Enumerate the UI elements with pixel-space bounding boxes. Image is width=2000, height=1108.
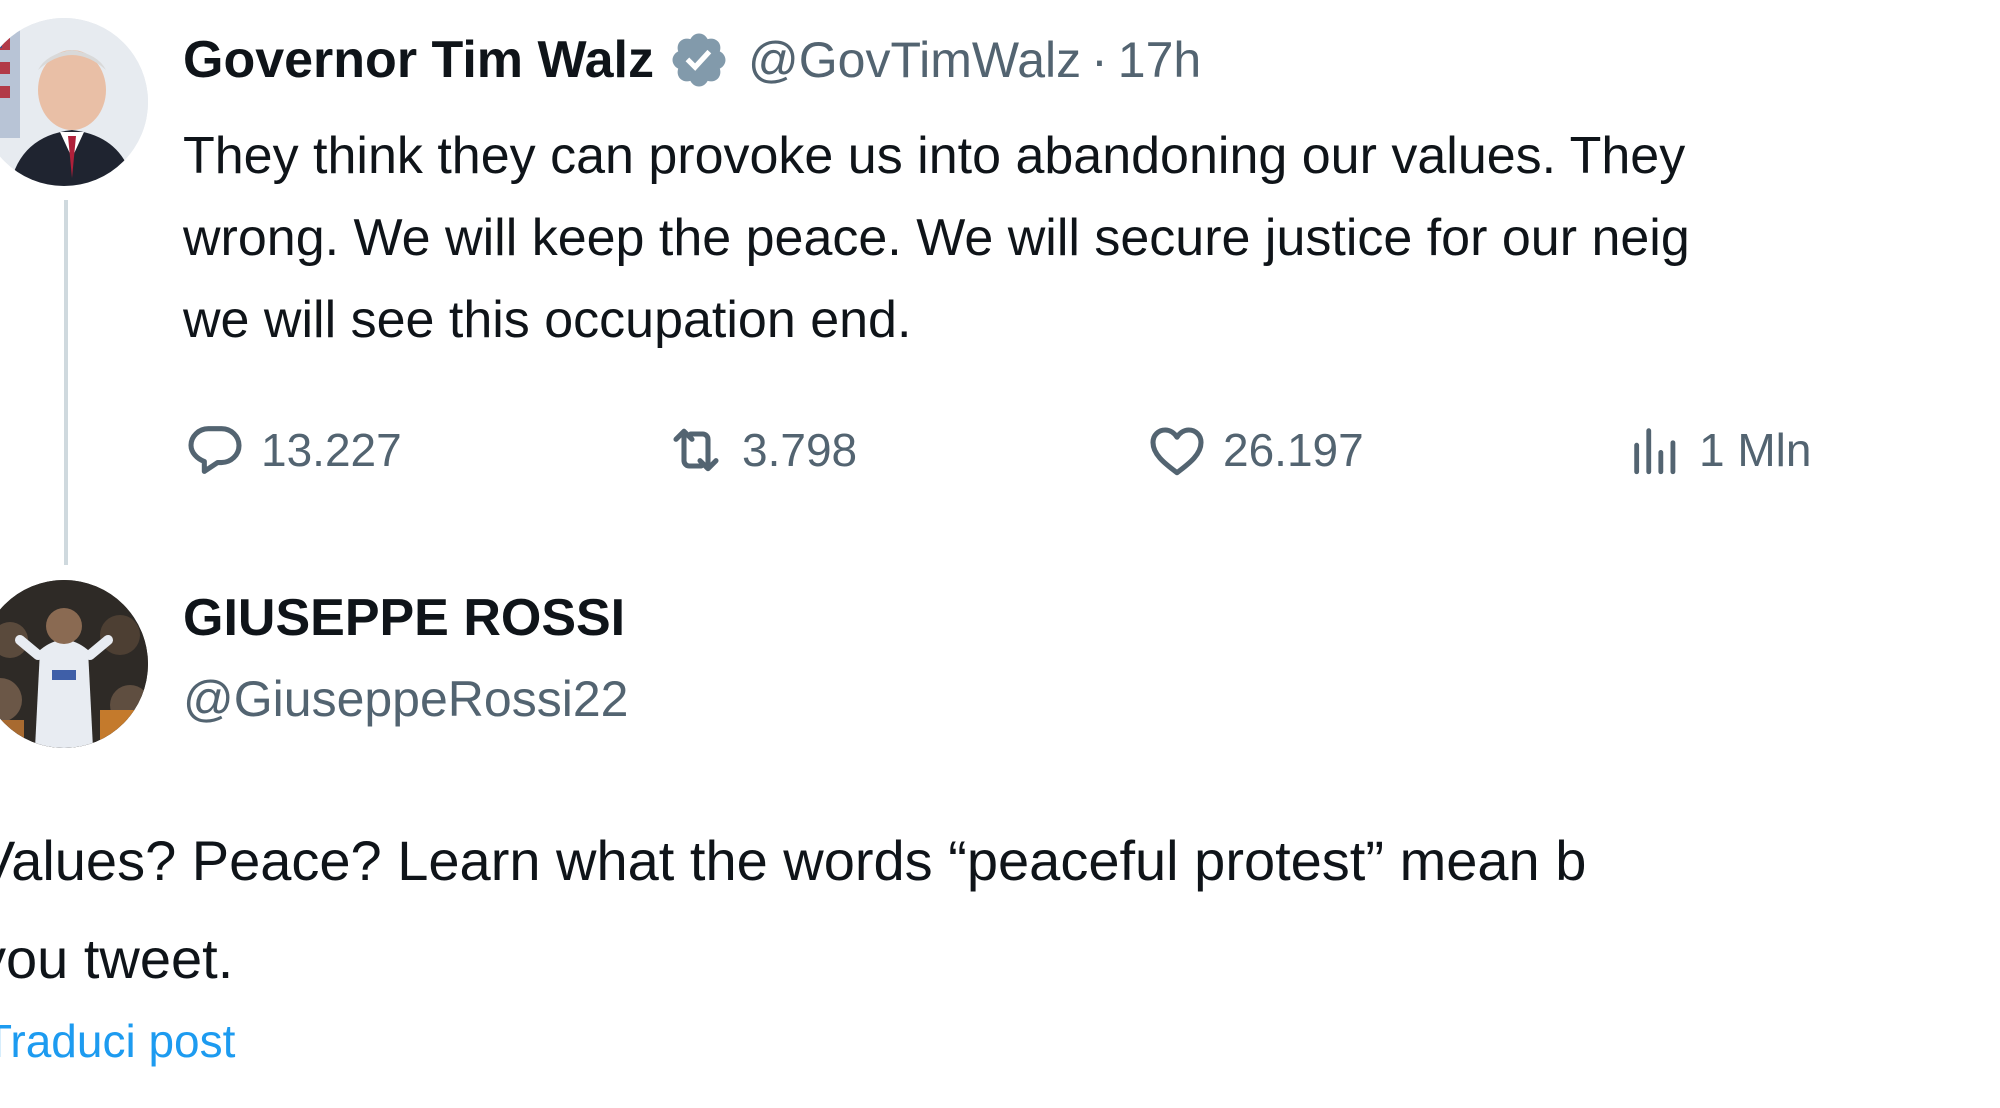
reply-icon <box>188 426 242 474</box>
verified-badge-icon <box>668 29 730 91</box>
post-text-line: wrong. We will keep the peace. We will s… <box>183 209 1690 267</box>
repost-button[interactable]: 3.798 <box>664 410 857 490</box>
like-count: 26.197 <box>1223 424 1364 476</box>
thread-connector-line <box>64 200 68 565</box>
reply-author-handle[interactable]: @GiuseppeRossi22 <box>183 670 628 728</box>
meta-separator: · <box>1091 32 1108 88</box>
reply-author-name[interactable]: GIUSEPPE ROSSI <box>183 588 625 648</box>
post-text-line: we will see this occupation end. <box>183 291 912 349</box>
governor-avatar-image <box>0 18 148 186</box>
tweet-thread: Governor Tim Walz @GovTimWalz · 17h They… <box>0 0 2000 1108</box>
reply-count: 13.227 <box>261 424 402 476</box>
repost-count: 3.798 <box>742 424 858 476</box>
post-text-line: They think they can provoke us into aban… <box>183 127 1686 185</box>
reply-text: Values? Peace? Learn what the words “pea… <box>0 812 2000 1008</box>
views-count: 1 Mln <box>1699 424 1812 476</box>
governor-avatar[interactable] <box>0 18 148 186</box>
like-button[interactable]: 26.197 <box>1145 410 1364 490</box>
post-text: They think they can provoke us into aban… <box>183 115 2000 361</box>
reply-avatar-image <box>0 580 148 748</box>
post-action-bar: 13.227 3.798 26.197 1 Mln <box>0 410 2000 490</box>
reply-text-line: Values? Peace? Learn what the words “pea… <box>0 829 1587 892</box>
repost-icon <box>673 428 719 472</box>
reply-button[interactable]: 13.227 <box>183 410 402 490</box>
translate-post-link[interactable]: Traduci post <box>0 1014 235 1068</box>
post-header: Governor Tim Walz @GovTimWalz · 17h <box>183 24 1201 96</box>
reply-author-avatar[interactable] <box>0 580 148 748</box>
reply-text-line: you tweet. <box>0 927 234 990</box>
views-button[interactable]: 1 Mln <box>1627 410 1811 490</box>
author-handle[interactable]: @GovTimWalz <box>748 31 1081 89</box>
post-timestamp[interactable]: 17h <box>1118 31 1201 89</box>
heart-icon <box>1150 427 1204 476</box>
views-icon <box>1634 428 1676 475</box>
author-name[interactable]: Governor Tim Walz <box>183 30 654 90</box>
